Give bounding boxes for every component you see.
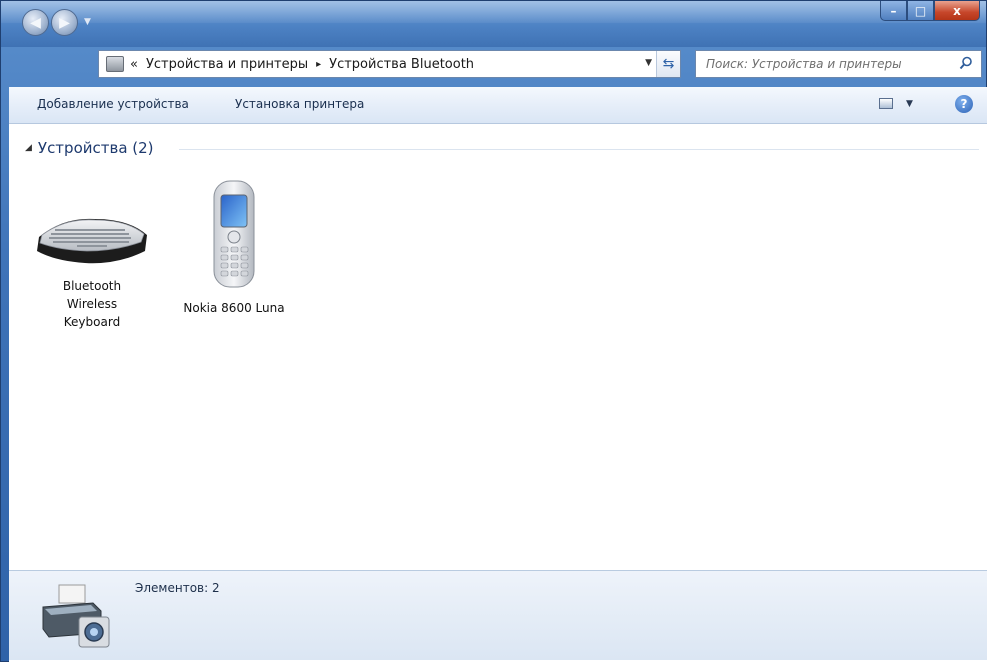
collapse-triangle-icon[interactable]: ◢ bbox=[25, 143, 32, 153]
forward-arrow-icon: ▶ bbox=[59, 14, 70, 31]
address-bar[interactable]: « Устройства и принтеры ▸ Устройства Blu… bbox=[98, 50, 681, 78]
back-arrow-icon: ◀ bbox=[30, 14, 41, 31]
device-label: Nokia 8600 Luna bbox=[183, 301, 285, 315]
search-box[interactable] bbox=[695, 50, 982, 78]
keyboard-icon bbox=[37, 218, 147, 264]
forward-button[interactable]: ▶ bbox=[51, 9, 78, 36]
devices-folder-icon bbox=[106, 56, 124, 72]
details-pane: Элементов: 2 bbox=[9, 570, 987, 660]
title-bar[interactable] bbox=[1, 1, 986, 47]
breadcrumb-bluetooth-devices[interactable]: Устройства Bluetooth bbox=[329, 57, 474, 72]
command-bar: Добавление устройства Установка принтера… bbox=[9, 87, 987, 124]
explorer-window: – □ x ◀ ▶ ▼ « Устройства и принтеры ▸ Ус… bbox=[0, 0, 987, 662]
window-controls: – □ x bbox=[880, 1, 980, 21]
group-divider bbox=[179, 149, 979, 150]
devices-group-header[interactable]: ◢ Устройства (2) bbox=[25, 139, 154, 157]
breadcrumb-separator-icon[interactable]: ▸ bbox=[316, 59, 321, 70]
back-button[interactable]: ◀ bbox=[22, 9, 49, 36]
address-prefix[interactable]: « bbox=[130, 57, 138, 72]
search-icon[interactable] bbox=[959, 56, 973, 70]
content-area: Добавление устройства Установка принтера… bbox=[9, 87, 987, 662]
install-printer-button[interactable]: Установка принтера bbox=[235, 97, 364, 111]
view-options-dropdown-icon[interactable]: ▼ bbox=[906, 99, 913, 109]
change-view-icon[interactable] bbox=[879, 98, 893, 109]
mobile-phone-icon bbox=[213, 180, 255, 288]
device-bluetooth-keyboard[interactable]: Bluetooth Wireless Keyboard bbox=[37, 207, 147, 331]
help-icon[interactable]: ? bbox=[955, 95, 973, 113]
recent-pages-dropdown[interactable]: ▼ bbox=[84, 17, 91, 27]
minimize-button[interactable]: – bbox=[880, 1, 907, 21]
add-device-button[interactable]: Добавление устройства bbox=[37, 97, 189, 111]
address-dropdown-icon[interactable]: ▼ bbox=[645, 58, 652, 68]
maximize-button[interactable]: □ bbox=[907, 1, 934, 21]
refresh-icon: ⇆ bbox=[662, 56, 675, 72]
refresh-button[interactable]: ⇆ bbox=[656, 51, 680, 77]
device-nokia-phone[interactable]: Nokia 8600 Luna bbox=[179, 179, 289, 317]
close-button[interactable]: x bbox=[934, 1, 980, 21]
device-label: Bluetooth Wireless Keyboard bbox=[62, 279, 122, 329]
group-title: Устройства (2) bbox=[37, 139, 154, 157]
devices-and-printers-icon bbox=[42, 584, 110, 648]
search-input[interactable] bbox=[706, 57, 956, 71]
breadcrumb-devices-and-printers[interactable]: Устройства и принтеры bbox=[146, 57, 308, 72]
items-count: Элементов: 2 bbox=[135, 581, 220, 595]
